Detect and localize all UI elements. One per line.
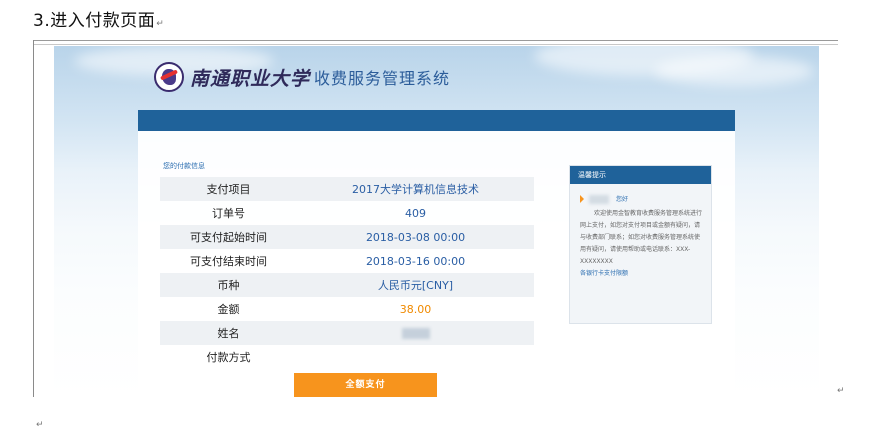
paragraph-mark-icon: ↵: [156, 19, 165, 29]
redacted-name: [401, 328, 430, 339]
tips-body: 您好 欢迎使用金智教育收费服务管理系统进行网上支付，如您对支付项目或金额有疑问，…: [570, 184, 711, 280]
row-value: 2017大学计算机信息技术: [352, 183, 479, 196]
site-logo[interactable]: 南通职业大学 收费服务管理系统: [154, 62, 450, 92]
table-row: 金额 38.00: [160, 297, 534, 321]
nav-bar: [138, 110, 735, 131]
row-value: 409: [405, 206, 426, 220]
row-label: 订单号: [212, 207, 245, 220]
frame-top-line-inner: [33, 44, 838, 45]
table-row: 可支付结束时间 2018-03-16 00:00: [160, 249, 534, 273]
paragraph-mark-icon: ↵: [36, 420, 44, 430]
table-row: 币种 人民币元[CNY]: [160, 273, 534, 297]
system-name: 收费服务管理系统: [314, 69, 451, 88]
tips-panel: 温馨提示 您好 欢迎使用金智教育收费服务管理系统进行网上支付，如您对支付项目或金…: [569, 165, 712, 324]
frame-left-line: [33, 40, 34, 397]
table-row: 付款方式: [160, 345, 534, 369]
full-payment-button[interactable]: 全额支付: [294, 373, 437, 397]
school-name: 南通职业大学: [190, 67, 311, 90]
row-label: 币种: [217, 279, 240, 292]
row-label: 可支付起始时间: [190, 231, 267, 244]
row-label: 付款方式: [206, 351, 251, 364]
table-row: 姓名: [160, 321, 534, 345]
frame-top-line: [33, 40, 838, 41]
table-row: 可支付起始时间 2018-03-08 00:00: [160, 225, 534, 249]
tips-message: 欢迎使用金智教育收费服务管理系统进行网上支付，如您对支付项目或金额有疑问，请与收…: [580, 210, 703, 265]
row-value: 2018-03-16 00:00: [365, 254, 466, 268]
document-heading: 3.进入付款页面↵: [33, 6, 164, 31]
payment-info-title: 您的付款信息: [163, 162, 205, 170]
tips-greeting-row: 您好: [580, 194, 703, 208]
sky-cloud: [654, 56, 814, 86]
arrow-right-icon: [580, 195, 584, 203]
row-label: 可支付结束时间: [190, 255, 267, 268]
school-emblem-icon: [154, 62, 184, 92]
tips-greeting: 您好: [616, 196, 629, 203]
document-heading-text: 3.进入付款页面: [33, 11, 156, 31]
payment-page-screenshot: 南通职业大学 收费服务管理系统 您的付款信息 支付项目 2017大学计算机信息技…: [54, 46, 819, 397]
redacted-username: [589, 195, 609, 204]
table-row: 支付项目 2017大学计算机信息技术: [160, 177, 534, 201]
row-value: 人民币元[CNY]: [377, 279, 454, 292]
payment-info-table: 支付项目 2017大学计算机信息技术 订单号 409 可支付起始时间 2018-…: [160, 177, 534, 369]
amount-value: 38.00: [399, 302, 432, 316]
name-value: [297, 327, 534, 340]
tips-header: 温馨提示: [570, 166, 711, 184]
bank-limit-link[interactable]: 各银行卡支付限额: [580, 268, 703, 280]
table-row: 订单号 409: [160, 201, 534, 225]
row-value: 2018-03-08 00:00: [365, 230, 466, 244]
paragraph-mark-icon: ↵: [837, 386, 845, 396]
row-label: 姓名: [217, 327, 240, 340]
row-label: 支付项目: [206, 183, 251, 196]
row-label: 金额: [217, 303, 240, 316]
